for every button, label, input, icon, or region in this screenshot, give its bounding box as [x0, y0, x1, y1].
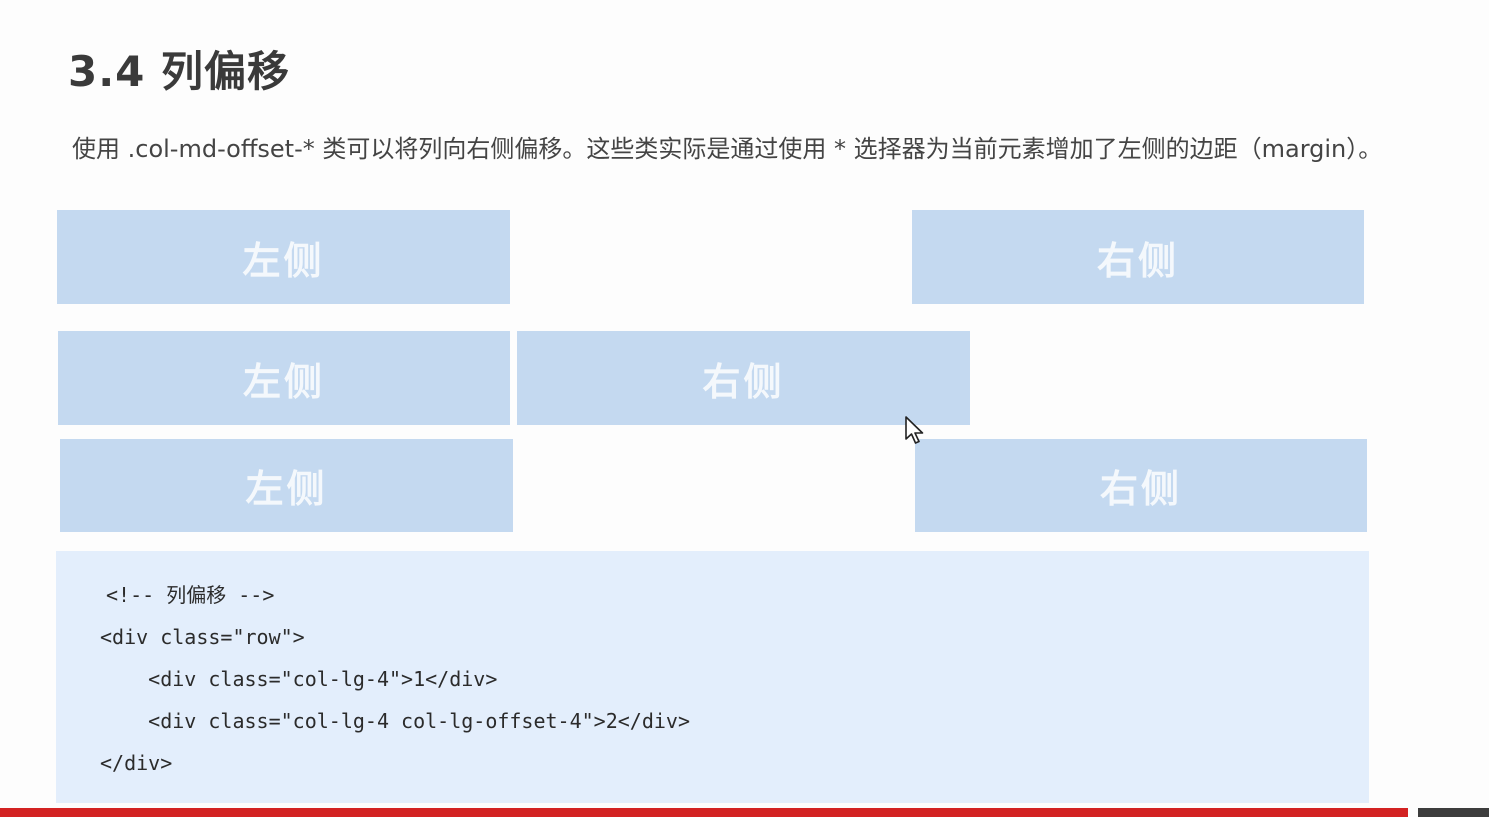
row2-left-box: 左侧	[58, 331, 510, 425]
code-line-row-close: </div>	[100, 751, 173, 775]
mouse-pointer-icon	[905, 416, 924, 444]
code-block: <!-- 列偏移 --> <div class="row"> <div clas…	[56, 551, 1369, 803]
code-line-comment: <!-- 列偏移 -->	[106, 583, 275, 607]
code-line-row-open: <div class="row">	[100, 625, 305, 649]
row2-right-box: 右侧	[517, 331, 970, 425]
slide-title: 3.4 列偏移	[68, 47, 291, 96]
row1-left-box: 左侧	[57, 210, 510, 304]
code-line-col-2: <div class="col-lg-4 col-lg-offset-4">2<…	[100, 709, 691, 733]
row3-right-box: 右侧	[915, 439, 1367, 532]
code-line-col-1: <div class="col-lg-4">1</div>	[100, 667, 498, 691]
bottom-progress-bar	[0, 808, 1408, 817]
row1-right-box: 右侧	[912, 210, 1364, 304]
bottom-corner-bar	[1418, 808, 1489, 817]
row3-left-box: 左侧	[60, 439, 513, 532]
slide-description: 使用 .col-md-offset-* 类可以将列向右侧偏移。这些类实际是通过使…	[72, 135, 1383, 163]
